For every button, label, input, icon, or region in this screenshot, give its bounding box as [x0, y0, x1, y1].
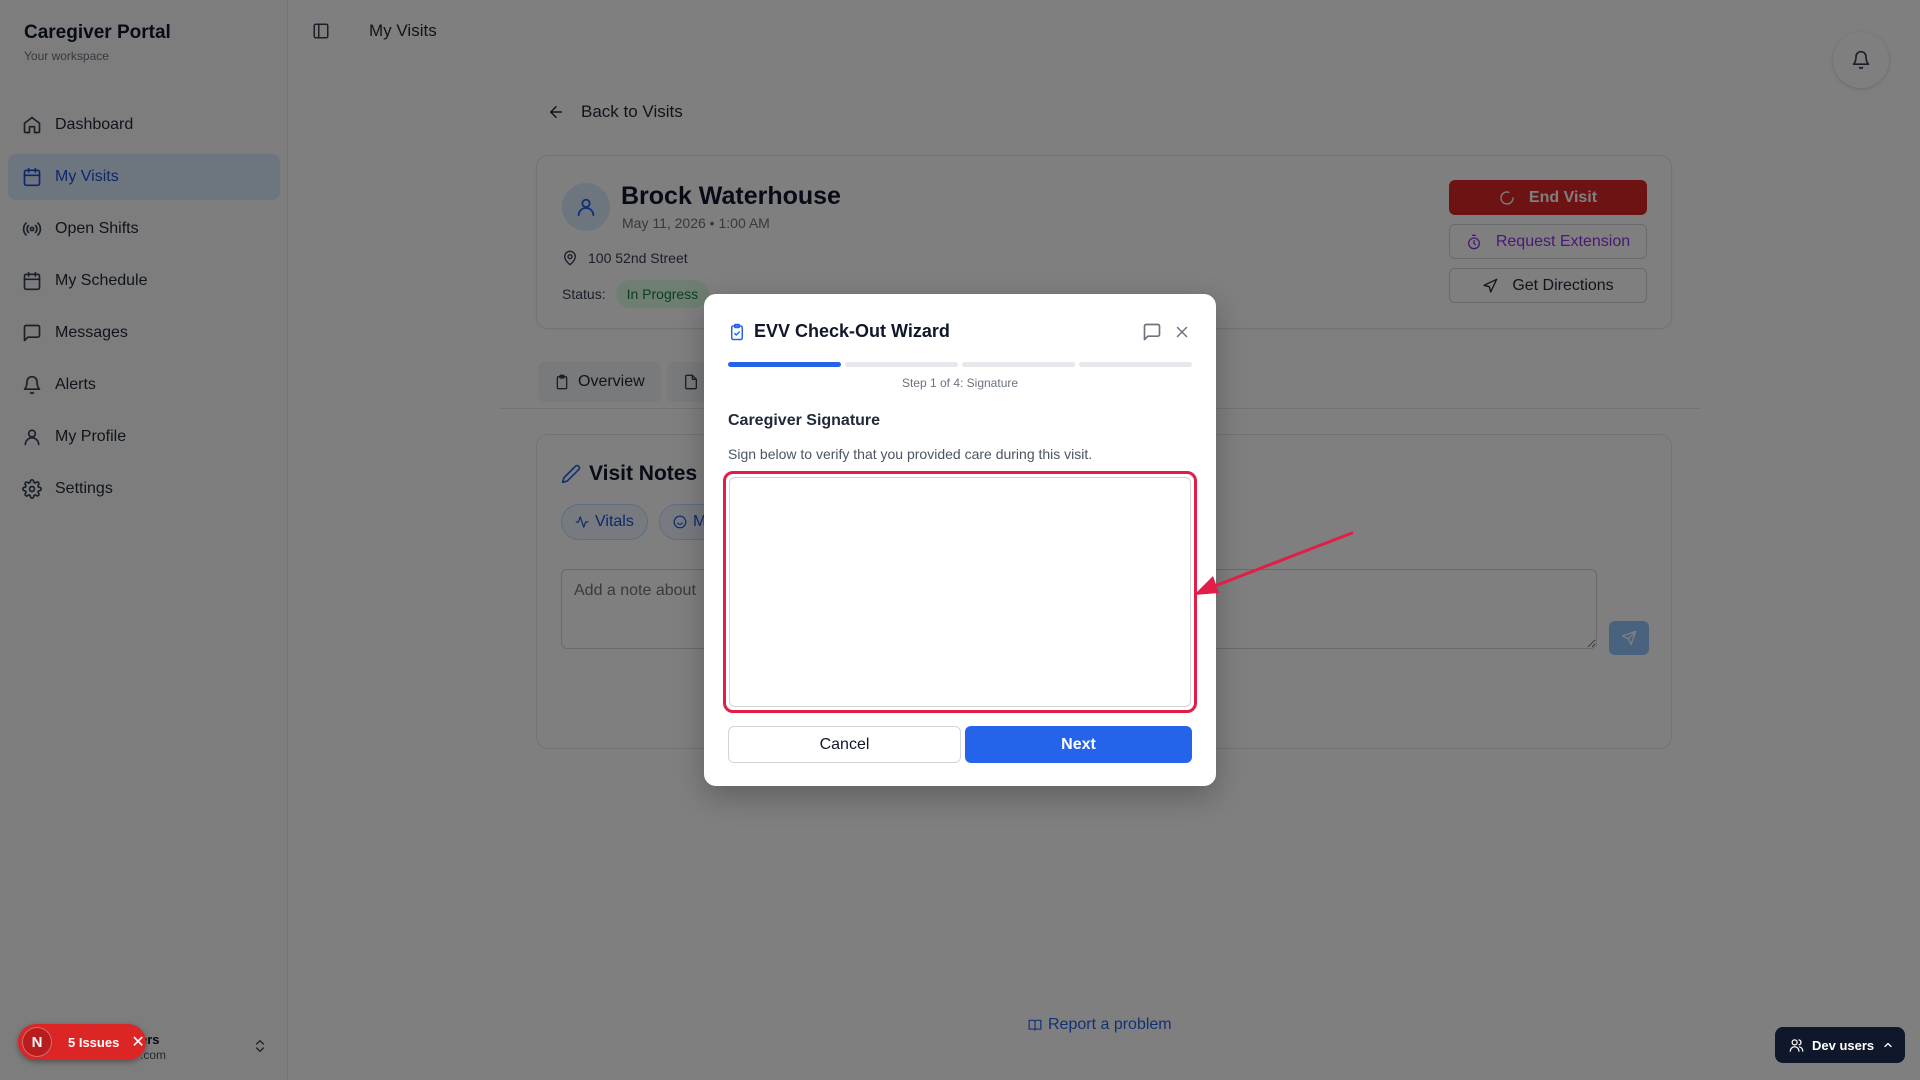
feedback-icon[interactable] [1142, 322, 1162, 342]
evv-checkout-modal: EVV Check-Out Wizard Step 1 of 4: Signat… [704, 294, 1216, 786]
close-icon[interactable] [1173, 323, 1191, 341]
progress-segment [845, 362, 958, 367]
annotation-arrow [1194, 531, 1354, 595]
issues-label: 5 Issues [68, 1034, 120, 1050]
step-progress-bar [728, 362, 1192, 367]
chevron-up-icon [1882, 1039, 1894, 1051]
section-description: Sign below to verify that you provided c… [728, 446, 1093, 462]
issues-initial: N [22, 1027, 52, 1057]
close-icon[interactable]: ✕ [131, 1032, 144, 1052]
issues-badge[interactable]: N 5 Issues ✕ [18, 1024, 146, 1060]
modal-title: EVV Check-Out Wizard [728, 321, 950, 342]
step-label: Step 1 of 4: Signature [901, 376, 1019, 390]
progress-segment [962, 362, 1075, 367]
next-button[interactable]: Next [965, 726, 1192, 763]
section-title: Caregiver Signature [728, 412, 881, 429]
dev-users-button[interactable]: Dev users [1775, 1027, 1905, 1063]
modal-title-label: EVV Check-Out Wizard [754, 321, 950, 341]
progress-segment [1079, 362, 1192, 367]
cancel-button[interactable]: Cancel [728, 726, 961, 763]
users-icon [1789, 1038, 1804, 1053]
progress-segment [728, 362, 841, 367]
dev-users-label: Dev users [1812, 1037, 1875, 1053]
clipboard-check-icon [728, 323, 746, 341]
signature-pad[interactable] [729, 477, 1191, 707]
